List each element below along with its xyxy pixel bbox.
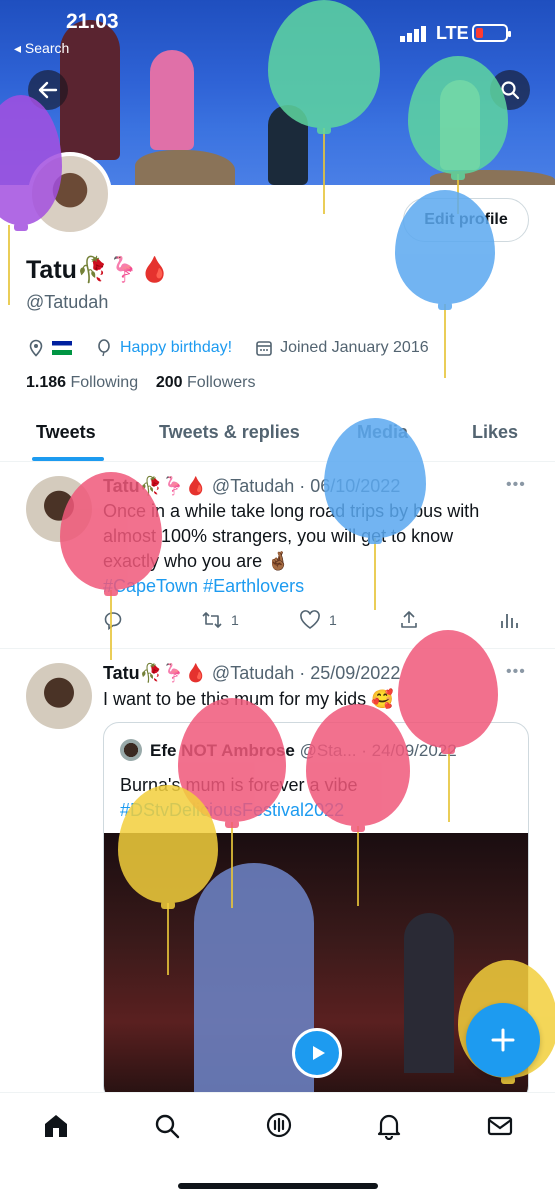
heart-icon xyxy=(300,610,320,629)
edit-profile-button[interactable]: Edit profile xyxy=(403,198,529,242)
play-icon xyxy=(313,1046,325,1060)
nav-home[interactable] xyxy=(41,1111,71,1141)
nav-spaces[interactable] xyxy=(264,1111,294,1141)
profile-meta: Happy birthday! Joined January 2016 xyxy=(26,336,429,360)
tweet-header: Tatu🥀🦩🩸 @Tatudah · 25/09/2022 xyxy=(103,663,400,684)
share-button[interactable] xyxy=(399,610,427,630)
quote-hashtag[interactable]: #DStvDeliciousFestival2022 xyxy=(120,798,520,823)
tweet-text: I want to be this mum for my kids 🥰 xyxy=(103,689,394,709)
plus-icon xyxy=(491,1028,515,1052)
hiker-figure xyxy=(268,105,308,185)
more-options-icon[interactable]: ••• xyxy=(506,663,526,681)
quote-meta: @Sta... · 24/09/2022 xyxy=(299,741,457,760)
tab-likes[interactable]: Likes xyxy=(472,422,518,443)
analytics-button[interactable] xyxy=(499,610,527,630)
follow-stats: 1.186 Following 200 Followers xyxy=(26,374,256,392)
retweet-icon xyxy=(202,612,222,628)
tweet[interactable]: Tatu🥀🦩🩸 @Tatudah · 06/10/2022 ••• Once i… xyxy=(0,462,555,649)
tweet-author-name[interactable]: Tatu🥀🦩🩸 xyxy=(103,476,207,496)
status-time: 21.03 xyxy=(66,10,119,33)
tab-tweets[interactable]: Tweets xyxy=(36,422,96,443)
followers-link[interactable]: 200 Followers xyxy=(156,374,256,391)
network-type: LTE xyxy=(436,23,469,43)
cellular-signal-icon xyxy=(400,26,426,42)
tweet-author-avatar[interactable] xyxy=(26,663,92,729)
tab-tweets-replies[interactable]: Tweets & replies xyxy=(159,422,300,443)
home-indicator xyxy=(178,1183,378,1189)
tweet-author-name[interactable]: Tatu🥀🦩🩸 xyxy=(103,663,207,683)
nav-search[interactable] xyxy=(152,1111,182,1141)
balloon-string xyxy=(8,225,10,305)
birthday-link[interactable]: Happy birthday! xyxy=(120,339,232,357)
nav-notifications[interactable] xyxy=(374,1111,404,1141)
battery-icon xyxy=(472,24,511,42)
quote-author-avatar xyxy=(120,739,142,761)
retweet-button[interactable]: 1 xyxy=(201,610,239,630)
tab-media[interactable]: Media xyxy=(357,422,408,443)
tweet-actions: 1 1 xyxy=(103,610,523,632)
quote-author-name: Efe NOT Ambrose xyxy=(150,741,295,760)
video-figure xyxy=(404,913,454,1073)
retweet-count: 1 xyxy=(231,612,239,628)
quoted-tweet[interactable]: Efe NOT Ambrose @Sta... · 24/09/2022 Bur… xyxy=(103,722,529,1102)
balloon-icon xyxy=(94,338,114,358)
quote-text: Burna's mum is forever a vibe #DStvDelic… xyxy=(120,773,520,823)
profile-name: Tatu🥀🦩🩸 xyxy=(26,256,171,284)
tweet-meta: @Tatudah · 25/09/2022 xyxy=(211,663,401,683)
rock xyxy=(430,170,555,185)
hiker-figure xyxy=(440,80,480,170)
messages-icon xyxy=(487,1116,513,1136)
profile-tabs: Tweets Tweets & replies Media Likes xyxy=(0,410,555,462)
tweet-text: Once in a while take long road trips by … xyxy=(103,499,523,599)
hiker-figure xyxy=(150,50,194,150)
active-tab-indicator xyxy=(32,457,104,461)
rock xyxy=(135,150,235,185)
tweet-meta: @Tatudah · 06/10/2022 xyxy=(211,476,401,496)
reply-icon xyxy=(104,612,122,630)
share-icon xyxy=(401,611,417,628)
nav-messages[interactable] xyxy=(485,1111,515,1141)
play-button[interactable] xyxy=(292,1028,342,1078)
lesotho-flag-icon xyxy=(52,341,72,355)
tweet-author-avatar[interactable] xyxy=(26,476,92,542)
search-icon xyxy=(155,1114,180,1139)
spaces-icon xyxy=(266,1112,292,1138)
quote-video[interactable] xyxy=(104,833,528,1101)
more-options-icon[interactable]: ••• xyxy=(506,476,526,494)
reply-button[interactable] xyxy=(103,610,131,630)
tweet-hashtags[interactable]: #CapeTown #Earthlovers xyxy=(103,574,523,599)
tweet-header: Tatu🥀🦩🩸 @Tatudah · 06/10/2022 xyxy=(103,476,400,497)
home-icon xyxy=(45,1115,67,1137)
analytics-icon xyxy=(501,614,518,628)
arrow-left-icon xyxy=(38,81,58,99)
status-bar: 21.03 ◂ Search LTE xyxy=(0,0,555,62)
notifications-icon xyxy=(377,1114,401,1140)
compose-tweet-button[interactable] xyxy=(466,1003,540,1077)
back-button[interactable] xyxy=(28,70,68,110)
joined-date: Joined January 2016 xyxy=(280,339,429,356)
search-profile-button[interactable] xyxy=(490,70,530,110)
search-icon xyxy=(501,81,520,100)
like-button[interactable]: 1 xyxy=(299,610,337,630)
following-link[interactable]: 1.186 Following xyxy=(26,374,138,391)
like-count: 1 xyxy=(329,612,337,628)
profile-avatar[interactable] xyxy=(28,152,112,236)
calendar-icon xyxy=(254,338,274,358)
location-pin-icon xyxy=(26,338,46,358)
balloon-string xyxy=(444,304,446,378)
quote-header: Efe NOT Ambrose @Sta... · 24/09/2022 xyxy=(150,741,457,761)
profile-handle: @Tatudah xyxy=(26,292,109,312)
back-to-search-link[interactable]: ◂ Search xyxy=(14,40,69,57)
